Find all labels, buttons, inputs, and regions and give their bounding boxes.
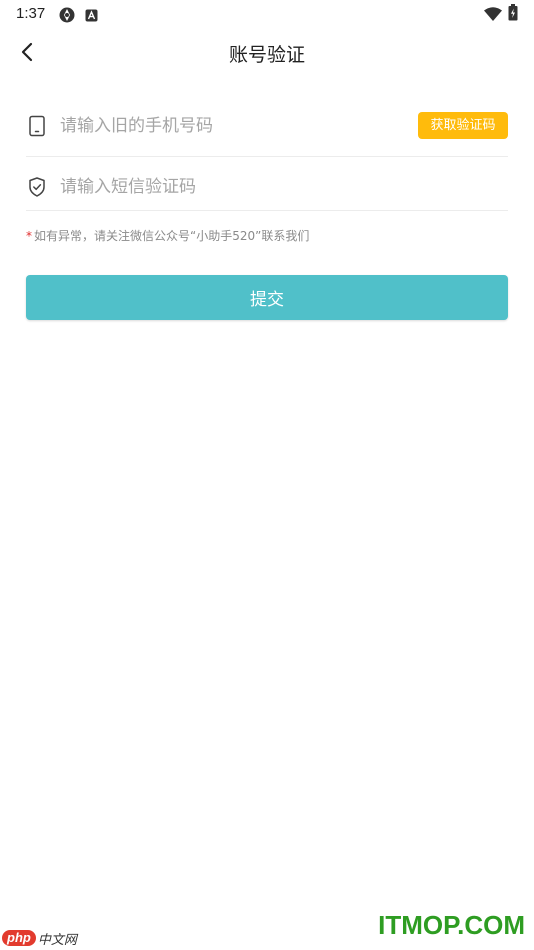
- phone-icon: [26, 115, 48, 137]
- code-row: [26, 158, 508, 211]
- php-logo: php: [2, 930, 36, 946]
- settings-icon: [58, 6, 76, 28]
- sms-code-input[interactable]: [60, 172, 400, 202]
- get-code-button[interactable]: 获取验证码: [418, 112, 508, 139]
- page-title: 账号验证: [228, 44, 305, 66]
- submit-button[interactable]: 提交: [26, 275, 508, 320]
- account-verification-page: 1:37 账号验证 请输入旧的手机号码 获取验证码 请输入短信验证码 * 如有异…: [0, 0, 534, 950]
- php-logo-text: 中文网: [37, 932, 77, 948]
- status-time: 1:37: [16, 5, 46, 22]
- phone-row: 获取验证码: [26, 96, 508, 157]
- itmop-watermark: ITMOP.COM: [378, 910, 525, 940]
- phone-input[interactable]: [60, 111, 400, 141]
- battery-icon: [508, 4, 518, 25]
- notice-message: 如有异常，请关注微信公众号“小助手520”联系我们: [34, 229, 310, 243]
- shield-check-icon: [26, 176, 48, 198]
- header: 账号验证: [0, 28, 534, 76]
- notice-text: * 如有异常，请关注微信公众号“小助手520”联系我们: [26, 227, 309, 244]
- php-watermark: php 中文网: [2, 928, 77, 948]
- required-star: *: [26, 229, 32, 243]
- status-bar: 1:37: [0, 0, 534, 28]
- wifi-icon: [484, 6, 502, 25]
- a-icon: [85, 7, 98, 26]
